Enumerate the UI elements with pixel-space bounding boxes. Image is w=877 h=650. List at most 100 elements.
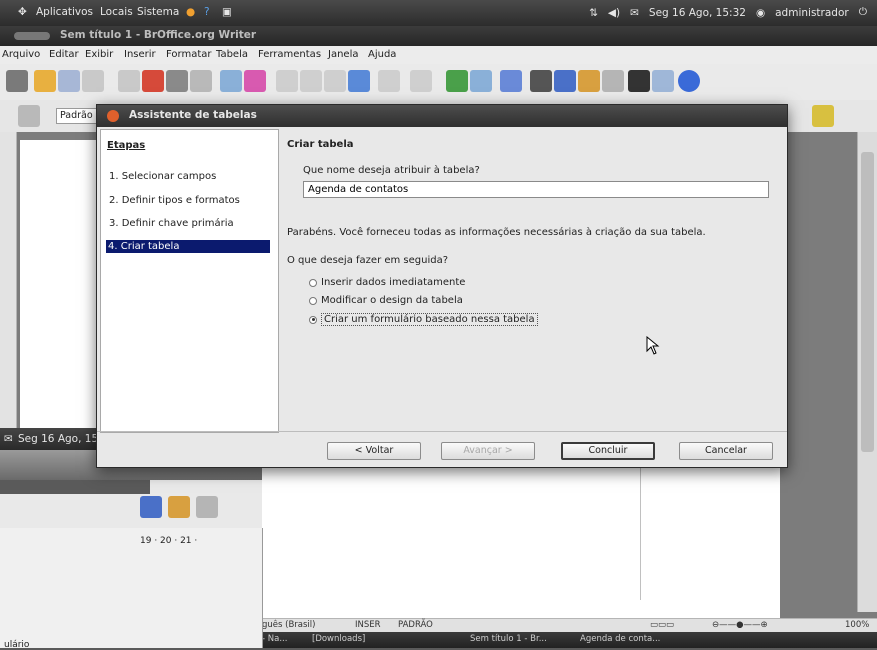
user-name[interactable]: administrador [775, 7, 849, 19]
dialog-title: Assistente de tabelas [129, 109, 257, 121]
clone-formatting-icon[interactable] [348, 70, 370, 92]
close-icon[interactable] [107, 110, 119, 122]
top-panel: ✥ Aplicativos Locais Sistema ● ? ▣ ⇅ ◀) … [0, 0, 877, 26]
save-icon[interactable] [58, 70, 80, 92]
section-title: Criar tabela [287, 139, 354, 150]
dialog-titlebar: Assistente de tabelas [97, 105, 787, 127]
firefox-icon[interactable]: ● [186, 6, 195, 18]
taskbar-item[interactable]: Agenda de conta... [580, 634, 660, 644]
mail-icon[interactable]: ✉ [630, 7, 639, 19]
finish-button[interactable]: Concluir [561, 442, 655, 460]
table-icon[interactable] [470, 70, 492, 92]
zoom-slider[interactable]: ⊖——●——⊕ [712, 620, 768, 630]
window-titlebar: Sem título 1 - BrOffice.org Writer [0, 26, 877, 46]
step-select-fields[interactable]: 1. Selecionar campos [107, 170, 218, 183]
menu-inserir[interactable]: Inserir [124, 49, 156, 60]
print-preview-icon[interactable] [190, 70, 212, 92]
scrollbar-thumb[interactable] [861, 152, 874, 452]
help-icon[interactable]: ? [204, 6, 210, 18]
clock[interactable]: Seg 16 Ago, 15:32 [649, 7, 746, 19]
table-name-input[interactable] [303, 181, 769, 198]
menu-editar[interactable]: Editar [49, 49, 79, 60]
standard-toolbar [0, 64, 877, 101]
email-icon[interactable] [82, 70, 104, 92]
vertical-scrollbar[interactable] [857, 132, 877, 612]
hyperlink-icon[interactable] [446, 70, 468, 92]
overlay-dark-band [0, 480, 150, 494]
mail-icon: ✉ [4, 433, 13, 445]
export-pdf-icon[interactable] [142, 70, 164, 92]
open-folder-icon[interactable] [34, 70, 56, 92]
menu-exibir[interactable]: Exibir [85, 49, 113, 60]
step-primary-key[interactable]: 3. Definir chave primária [107, 217, 236, 230]
menu-locais[interactable]: Locais [100, 6, 133, 18]
autospellcheck-icon[interactable] [244, 70, 266, 92]
formatting-marks-icon[interactable] [628, 70, 650, 92]
back-button[interactable]: < Voltar [327, 442, 421, 460]
spellcheck-icon[interactable] [220, 70, 242, 92]
menu-arquivo[interactable]: Arquivo [2, 49, 40, 60]
status-insert-mode[interactable]: INSER [355, 620, 381, 630]
data-sources-icon [196, 496, 218, 518]
taskbar-item[interactable]: [Downloads] [312, 634, 365, 644]
radio-icon[interactable] [309, 296, 317, 305]
highlighting-icon[interactable] [812, 105, 834, 127]
user-icon: ◉ [755, 6, 766, 19]
menubar: Arquivo Editar Exibir Inserir Formatar T… [0, 46, 877, 65]
taskbar-item[interactable]: Sem título 1 - Br... [470, 634, 547, 644]
table-name-label: Que nome deseja atribuir à tabela? [303, 165, 480, 176]
volume-icon[interactable]: ◀) [608, 7, 620, 19]
zoom-icon[interactable] [652, 70, 674, 92]
steps-panel: Etapas 1. Selecionar campos 2. Definir t… [100, 129, 279, 433]
option-label: Modificar o design da tabela [321, 295, 463, 306]
gallery-icon[interactable] [578, 70, 600, 92]
overlay-ruler-text: 19 · 20 · 21 · [140, 536, 198, 546]
status-zoom[interactable]: 100% [845, 620, 869, 630]
cancel-button[interactable]: Cancelar [679, 442, 773, 460]
data-sources-icon[interactable] [602, 70, 624, 92]
option-insert-data[interactable]: Inserir dados imediatamente [309, 277, 465, 288]
menu-aplicativos[interactable]: Aplicativos [36, 6, 93, 18]
option-label: Criar um formulário baseado nessa tabela [321, 313, 538, 326]
panel-logo-icon[interactable]: ✥ [18, 6, 27, 18]
new-document-icon[interactable] [6, 70, 28, 92]
menu-ferramentas[interactable]: Ferramentas [258, 49, 321, 60]
step-create-table[interactable]: 4. Criar tabela [106, 240, 270, 253]
window-controls[interactable] [14, 32, 50, 40]
status-selection-mode[interactable]: PADRÃO [398, 620, 433, 630]
option-create-form[interactable]: Criar um formulário baseado nessa tabela [309, 313, 538, 326]
redo-icon[interactable] [410, 70, 432, 92]
cut-icon[interactable] [276, 70, 298, 92]
option-modify-design[interactable]: Modificar o design da tabela [309, 295, 463, 306]
taskbar-item[interactable]: - Na... [262, 634, 287, 644]
terminal-icon[interactable]: ▣ [222, 6, 232, 18]
navigator-icon [140, 496, 162, 518]
menu-ajuda[interactable]: Ajuda [368, 49, 396, 60]
status-language[interactable]: guês (Brasil) [262, 620, 315, 630]
overlay-content: 19 · 20 · 21 · ulário [0, 528, 263, 650]
edit-file-icon[interactable] [118, 70, 140, 92]
next-button[interactable]: Avançar > [441, 442, 535, 460]
congrats-text: Parabéns. Você forneceu todas as informa… [287, 227, 706, 238]
menu-sistema[interactable]: Sistema [137, 6, 179, 18]
gallery-icon [168, 496, 190, 518]
paste-icon[interactable] [324, 70, 346, 92]
menu-formatar[interactable]: Formatar [166, 49, 211, 60]
step-define-types[interactable]: 2. Definir tipos e formatos [107, 194, 242, 207]
view-layout-icon[interactable]: ▭▭▭ [650, 620, 674, 630]
network-icon[interactable]: ⇅ [589, 7, 598, 19]
power-icon[interactable]: ⏻ [859, 6, 867, 19]
radio-selected-icon[interactable] [309, 315, 317, 324]
help-icon[interactable] [678, 70, 700, 92]
styles-icon[interactable] [18, 105, 40, 127]
menu-janela[interactable]: Janela [328, 49, 358, 60]
copy-icon[interactable] [300, 70, 322, 92]
menu-tabela[interactable]: Tabela [216, 49, 248, 60]
draw-functions-icon[interactable] [500, 70, 522, 92]
print-icon[interactable] [166, 70, 188, 92]
radio-icon[interactable] [309, 278, 317, 287]
find-replace-icon[interactable] [530, 70, 552, 92]
undo-icon[interactable] [378, 70, 400, 92]
navigator-icon[interactable] [554, 70, 576, 92]
mouse-cursor-icon [646, 336, 660, 355]
